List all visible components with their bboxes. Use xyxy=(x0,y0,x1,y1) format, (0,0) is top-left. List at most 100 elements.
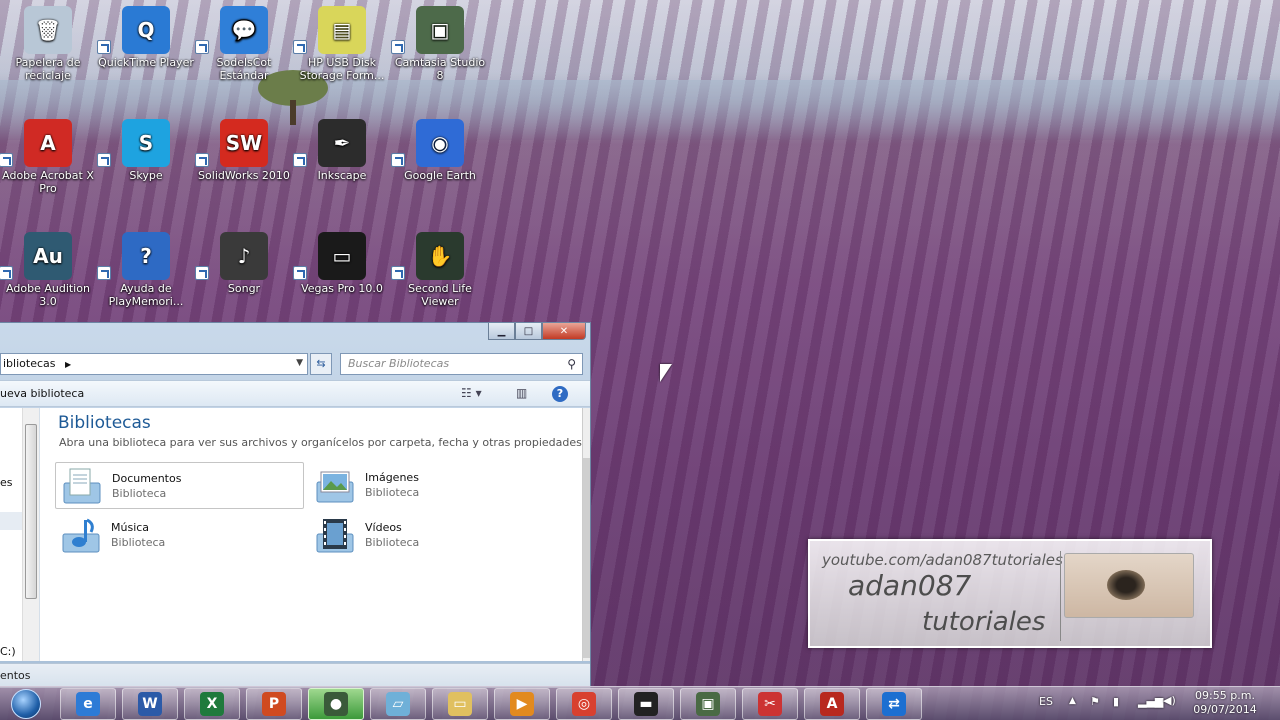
content-scrollbar[interactable] xyxy=(582,408,590,661)
library-imagenes[interactable]: Imágenes Biblioteca xyxy=(309,462,558,509)
taskbar-chrome[interactable]: ◎ xyxy=(556,688,612,720)
library-kind: Biblioteca xyxy=(111,536,166,549)
minimize-button[interactable]: ▁ xyxy=(488,323,515,340)
chat-bubble-icon: 💬 xyxy=(220,6,268,54)
shortcut-arrow-icon xyxy=(293,266,307,280)
second-life-icon: ✋ xyxy=(416,232,464,280)
library-documentos[interactable]: Documentos Biblioteca xyxy=(55,462,304,509)
media-player-icon: ▶ xyxy=(510,692,534,716)
songr-icon: ♪ xyxy=(220,232,268,280)
libraries-content: Bibliotecas Abra una biblioteca para ver… xyxy=(40,408,586,661)
nav-scrollbar[interactable] xyxy=(22,408,39,661)
taskbar-powerpoint[interactable]: P xyxy=(246,688,302,720)
volume-icon[interactable]: ◀) xyxy=(1163,694,1176,707)
desktop-icon-hp-usb[interactable]: ▤ HP USB Disk Storage Form... xyxy=(293,6,391,82)
library-kind: Biblioteca xyxy=(112,487,167,500)
taskbar-snipping-tool[interactable]: ✂ xyxy=(742,688,798,720)
mouse-cursor-icon xyxy=(660,364,672,382)
chevron-down-icon[interactable]: ▼ xyxy=(296,358,303,368)
search-placeholder: Buscar Bibliotecas xyxy=(348,357,450,370)
taskbar-teamviewer[interactable]: ⇄ xyxy=(866,688,922,720)
taskbar-camtasia-recorder[interactable]: ● xyxy=(308,688,364,720)
desktop-icon-audition[interactable]: Au Adobe Audition 3.0 xyxy=(0,232,97,308)
desktop-icon-second-life[interactable]: ✋ Second Life Viewer xyxy=(391,232,489,308)
desktop-icon-label: Inkscape xyxy=(317,169,367,182)
page-description: Abra una biblioteca para ver sus archivo… xyxy=(59,436,586,449)
nav-selected-item[interactable] xyxy=(0,512,22,530)
acrobat-icon: A xyxy=(24,119,72,167)
nav-scroll-thumb[interactable] xyxy=(25,424,37,599)
internet-explorer-icon: e xyxy=(76,692,100,716)
new-library-button[interactable]: ueva biblioteca xyxy=(0,387,84,400)
taskbar-vegas[interactable]: ▬ xyxy=(618,688,674,720)
desktop-icon-label: HP USB Disk Storage Form... xyxy=(299,56,385,82)
taskbar-notes[interactable]: ▱ xyxy=(370,688,426,720)
refresh-button[interactable]: ⇆ xyxy=(310,353,332,375)
desktop-icon-label: QuickTime Player xyxy=(98,56,194,69)
view-options-icon[interactable]: ☷ ▾ xyxy=(461,386,482,400)
help-icon[interactable]: ? xyxy=(552,386,568,402)
desktop-icon-inkscape[interactable]: ✒ Inkscape xyxy=(293,119,391,182)
close-button[interactable]: ✕ xyxy=(542,323,586,340)
action-center-icon[interactable]: ⚑ xyxy=(1090,695,1100,708)
desktop-icon-acrobat[interactable]: A Adobe Acrobat X Pro xyxy=(0,119,97,195)
maximize-button[interactable]: □ xyxy=(515,323,542,340)
hp-usb-icon: ▤ xyxy=(318,6,366,54)
word-icon: W xyxy=(138,692,162,716)
taskbar-word[interactable]: W xyxy=(122,688,178,720)
desktop-icon-skype[interactable]: S Skype xyxy=(97,119,195,182)
start-button[interactable] xyxy=(6,687,48,720)
taskbar-excel[interactable]: X xyxy=(184,688,240,720)
snipping-tool-icon: ✂ xyxy=(758,692,782,716)
taskbar-windows-explorer[interactable]: ▭ xyxy=(432,688,488,720)
channel-watermark: youtube.com/adan087tutoriales adan087 tu… xyxy=(808,539,1212,648)
network-icon[interactable]: ▂▄▆ xyxy=(1138,695,1163,708)
taskbar-media-player[interactable]: ▶ xyxy=(494,688,550,720)
breadcrumb-arrow-icon[interactable]: ▶ xyxy=(65,360,71,369)
desktop-icon-quicktime[interactable]: Q QuickTime Player xyxy=(97,6,195,69)
notes-icon: ▱ xyxy=(386,692,410,716)
desktop-icon-label: Adobe Acrobat X Pro xyxy=(2,169,94,195)
desktop-icon-vegas[interactable]: ▭ Vegas Pro 10.0 xyxy=(293,232,391,295)
show-hidden-icons[interactable]: ▲ xyxy=(1069,696,1076,706)
desktop-icon-chat-bubble[interactable]: 💬 SodelsCot Estándar xyxy=(195,6,293,82)
desktop-icon-help[interactable]: ? Ayuda de PlayMemori... xyxy=(97,232,195,308)
desktop-icon-camtasia[interactable]: ▣ Camtasia Studio 8 xyxy=(391,6,489,82)
nav-item-partial[interactable]: es xyxy=(0,476,13,489)
explorer-window[interactable]: ▁ □ ✕ ibliotecas ▶ ▼ ⇆ Buscar Biblioteca… xyxy=(0,322,591,688)
shortcut-arrow-icon xyxy=(0,153,13,167)
desktop-icon-label: Ayuda de PlayMemori... xyxy=(108,282,184,308)
desktop-icon-solidworks[interactable]: SW SolidWorks 2010 xyxy=(195,119,293,182)
desktop-icon-recycle-bin[interactable]: 🗑 Papelera de reciclaje xyxy=(0,6,97,82)
address-bar[interactable]: ibliotecas ▶ ▼ xyxy=(0,353,308,375)
watermark-url: youtube.com/adan087tutoriales xyxy=(822,551,1063,569)
watermark-name: adan087 xyxy=(848,569,972,602)
camtasia-studio-icon: ▣ xyxy=(696,692,720,716)
system-clock[interactable]: 09:55 p.m. 09/07/2014 xyxy=(1180,689,1270,717)
nav-drive-partial[interactable]: C:) xyxy=(0,645,16,658)
library-musica[interactable]: Música Biblioteca xyxy=(55,512,304,559)
recycle-bin-icon: 🗑 xyxy=(24,6,72,54)
breadcrumb[interactable]: ibliotecas xyxy=(3,357,55,370)
desktop-icon-label: Songr xyxy=(227,282,261,295)
library-name: Documentos xyxy=(112,472,182,485)
skype-icon: S xyxy=(122,119,170,167)
taskbar-autocad[interactable]: A xyxy=(804,688,860,720)
desktop-icon-label: Google Earth xyxy=(404,169,476,182)
search-icon[interactable]: ⚲ xyxy=(567,357,576,371)
library-videos[interactable]: Vídeos Biblioteca xyxy=(309,512,558,559)
desktop-icon-google-earth[interactable]: ◉ Google Earth xyxy=(391,119,489,182)
content-scroll-thumb[interactable] xyxy=(583,458,590,658)
taskbar-internet-explorer[interactable]: e xyxy=(60,688,116,720)
search-input[interactable]: Buscar Bibliotecas ⚲ xyxy=(340,353,583,375)
shortcut-arrow-icon xyxy=(391,266,405,280)
desktop-icon-label: Skype xyxy=(129,169,163,182)
language-indicator[interactable]: ES xyxy=(1039,695,1053,708)
desktop-icon-label: Second Life Viewer xyxy=(408,282,472,308)
desktop-icon-songr[interactable]: ♪ Songr xyxy=(195,232,293,295)
preview-pane-icon[interactable]: ▥ xyxy=(516,386,527,400)
shortcut-arrow-icon xyxy=(293,40,307,54)
quicktime-icon: Q xyxy=(122,6,170,54)
power-icon[interactable]: ▮ xyxy=(1113,695,1119,708)
taskbar-camtasia-studio[interactable]: ▣ xyxy=(680,688,736,720)
